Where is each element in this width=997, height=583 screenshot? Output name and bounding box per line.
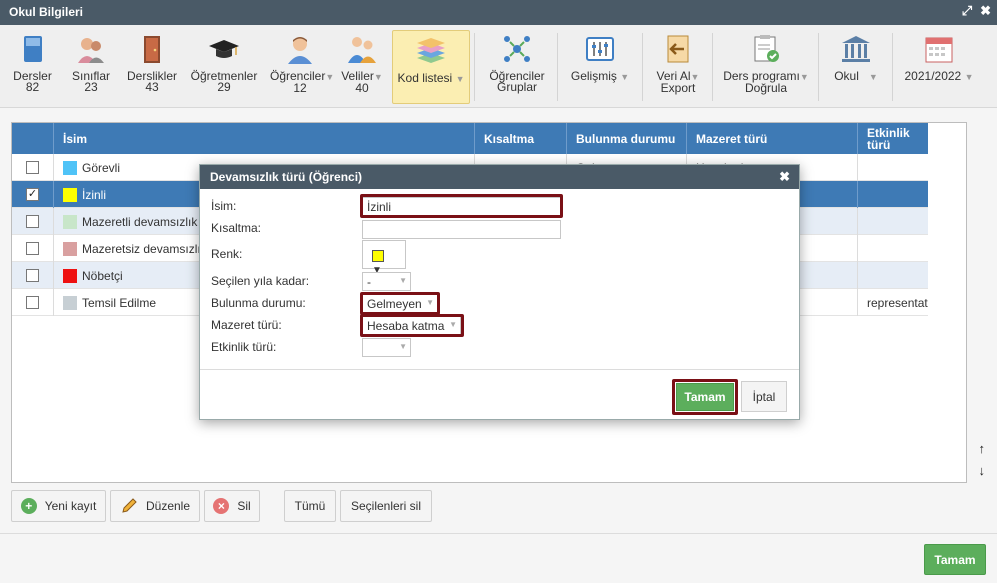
- chevron-down-icon: ▼: [399, 276, 407, 285]
- new-record-button[interactable]: + Yeni kayıt: [11, 490, 106, 522]
- row-checkbox[interactable]: [26, 269, 39, 282]
- toolbar: Dersler 82 Sınıflar 23 Derslikler 43 Öğr…: [0, 25, 997, 108]
- toolbar-button-siniflar[interactable]: Sınıflar 23: [70, 29, 112, 105]
- activity-label: Etkinlik türü:: [211, 340, 277, 354]
- dialog-close-icon[interactable]: ✖: [779, 169, 790, 185]
- color-swatch: [63, 241, 77, 256]
- toolbar-button-ogrenciler-gruplar[interactable]: Öğrenciler Gruplar: [484, 29, 550, 105]
- toolbar-button-derslikler[interactable]: Derslikler 43: [126, 29, 178, 105]
- window-title: Okul Bilgileri: [9, 5, 84, 19]
- chevron-down-icon: ▼: [449, 320, 457, 329]
- row-checkbox[interactable]: ✓: [26, 188, 39, 201]
- chevron-down-icon: ▼: [399, 342, 407, 351]
- color-swatch: [63, 295, 77, 310]
- toolbar-button-ogretmenler[interactable]: Öğretmenler 29: [190, 29, 258, 105]
- color-swatch: [63, 214, 77, 229]
- all-button[interactable]: Tümü: [284, 490, 336, 522]
- scroll-down-icon[interactable]: ↓: [979, 460, 986, 482]
- header-checkbox-col[interactable]: [12, 123, 53, 154]
- presence-select[interactable]: Gelmeyen ▼: [362, 294, 438, 313]
- grid-header: İsim Kısaltma Bulunma durumu Mazeret tür…: [12, 123, 928, 154]
- class-icon: [78, 38, 104, 63]
- delete-button[interactable]: × Sil: [204, 490, 260, 522]
- school-icon: [842, 36, 870, 62]
- groups-icon: [504, 36, 530, 62]
- toolbar-button-ders-programi-dogrula[interactable]: Ders programı▼ Doğrula: [720, 29, 812, 105]
- parents-icon: [348, 37, 376, 63]
- validate-icon: [754, 35, 779, 62]
- dialog-ok-button[interactable]: Tamam: [676, 383, 734, 411]
- color-swatch: [63, 187, 77, 202]
- dialog-cancel-button[interactable]: İptal: [741, 381, 787, 412]
- toolbar-button-kod-listesi[interactable]: Kod listesi ▼: [392, 30, 470, 104]
- delete-selected-button[interactable]: Seçilenleri sil: [340, 490, 432, 522]
- scroll-up-icon[interactable]: ↑: [979, 438, 986, 460]
- name-input[interactable]: İzinli: [362, 197, 561, 216]
- column-header-presence[interactable]: Bulunma durumu: [566, 123, 686, 154]
- sliders-icon: [586, 37, 614, 61]
- expand-icon[interactable]: ⤢: [962, 3, 972, 19]
- row-checkbox[interactable]: [26, 161, 39, 174]
- year-select[interactable]: - ▼: [362, 272, 411, 291]
- toolbar-button-veri-al[interactable]: Veri Al▼ Export: [650, 29, 706, 105]
- delete-icon: ×: [213, 498, 230, 514]
- activity-select[interactable]: ▼: [362, 338, 411, 357]
- reason-select[interactable]: Hesaba katma ▼: [362, 316, 461, 335]
- graduation-cap-icon: [209, 40, 239, 58]
- color-swatch: [372, 249, 384, 262]
- row-checkbox[interactable]: [26, 296, 39, 309]
- import-export-icon: [667, 35, 689, 63]
- pencil-icon: [122, 498, 137, 513]
- layers-icon: [417, 38, 445, 63]
- edit-button[interactable]: Düzenle: [110, 490, 200, 522]
- close-icon[interactable]: ✖: [980, 3, 991, 19]
- column-header-name[interactable]: İsim: [53, 123, 474, 154]
- year-label: Seçilen yıla kadar:: [211, 274, 310, 288]
- absence-type-dialog: Devamsızlık türü (Öğrenci) ✖ İsim: İzinl…: [199, 164, 800, 420]
- window-title-bar: Okul Bilgileri ⤢ ✖: [0, 0, 997, 25]
- calendar-icon: [925, 37, 953, 63]
- toolbar-button-gelismis[interactable]: Gelişmiş ▼: [566, 29, 634, 105]
- dialog-footer-divider: [200, 369, 799, 370]
- book-icon: [23, 36, 42, 62]
- toolbar-button-ogrenciler[interactable]: Öğrenciler▼ 12: [270, 29, 334, 105]
- toolbar-button-year[interactable]: 2021/2022 ▼: [900, 29, 978, 105]
- student-icon: [288, 37, 312, 64]
- column-header-reason[interactable]: Mazeret türü: [686, 123, 857, 154]
- plus-icon: +: [20, 498, 37, 514]
- row-checkbox[interactable]: [26, 215, 39, 228]
- door-icon: [144, 36, 160, 63]
- footer-divider: [0, 533, 997, 534]
- color-label: Renk:: [211, 247, 243, 261]
- row-checkbox[interactable]: [26, 242, 39, 255]
- main-ok-button[interactable]: Tamam: [924, 544, 986, 575]
- abbr-input[interactable]: [362, 220, 561, 239]
- scroll-arrows: ↑ ↓: [979, 438, 986, 482]
- color-picker[interactable]: ▼: [362, 240, 406, 276]
- presence-label: Bulunma durumu:: [211, 296, 306, 310]
- name-label: İsim:: [211, 199, 237, 213]
- dialog-title: Devamsızlık türü (Öğrenci): [210, 170, 363, 184]
- reason-label: Mazeret türü:: [211, 318, 282, 332]
- toolbar-button-veliler[interactable]: Veliler▼ 40: [340, 29, 384, 105]
- color-swatch: [63, 160, 77, 175]
- chevron-down-icon: ▼: [426, 298, 434, 307]
- column-header-activity[interactable]: Etkinlik türü: [857, 123, 928, 154]
- toolbar-button-okul[interactable]: Okul ▼: [826, 29, 886, 105]
- column-header-abbr[interactable]: Kısaltma: [474, 123, 566, 154]
- abbr-label: Kısaltma:: [211, 221, 262, 235]
- toolbar-button-dersler[interactable]: Dersler 82: [10, 29, 55, 105]
- dialog-title-bar: Devamsızlık türü (Öğrenci) ✖: [200, 165, 799, 189]
- color-swatch: [63, 268, 77, 283]
